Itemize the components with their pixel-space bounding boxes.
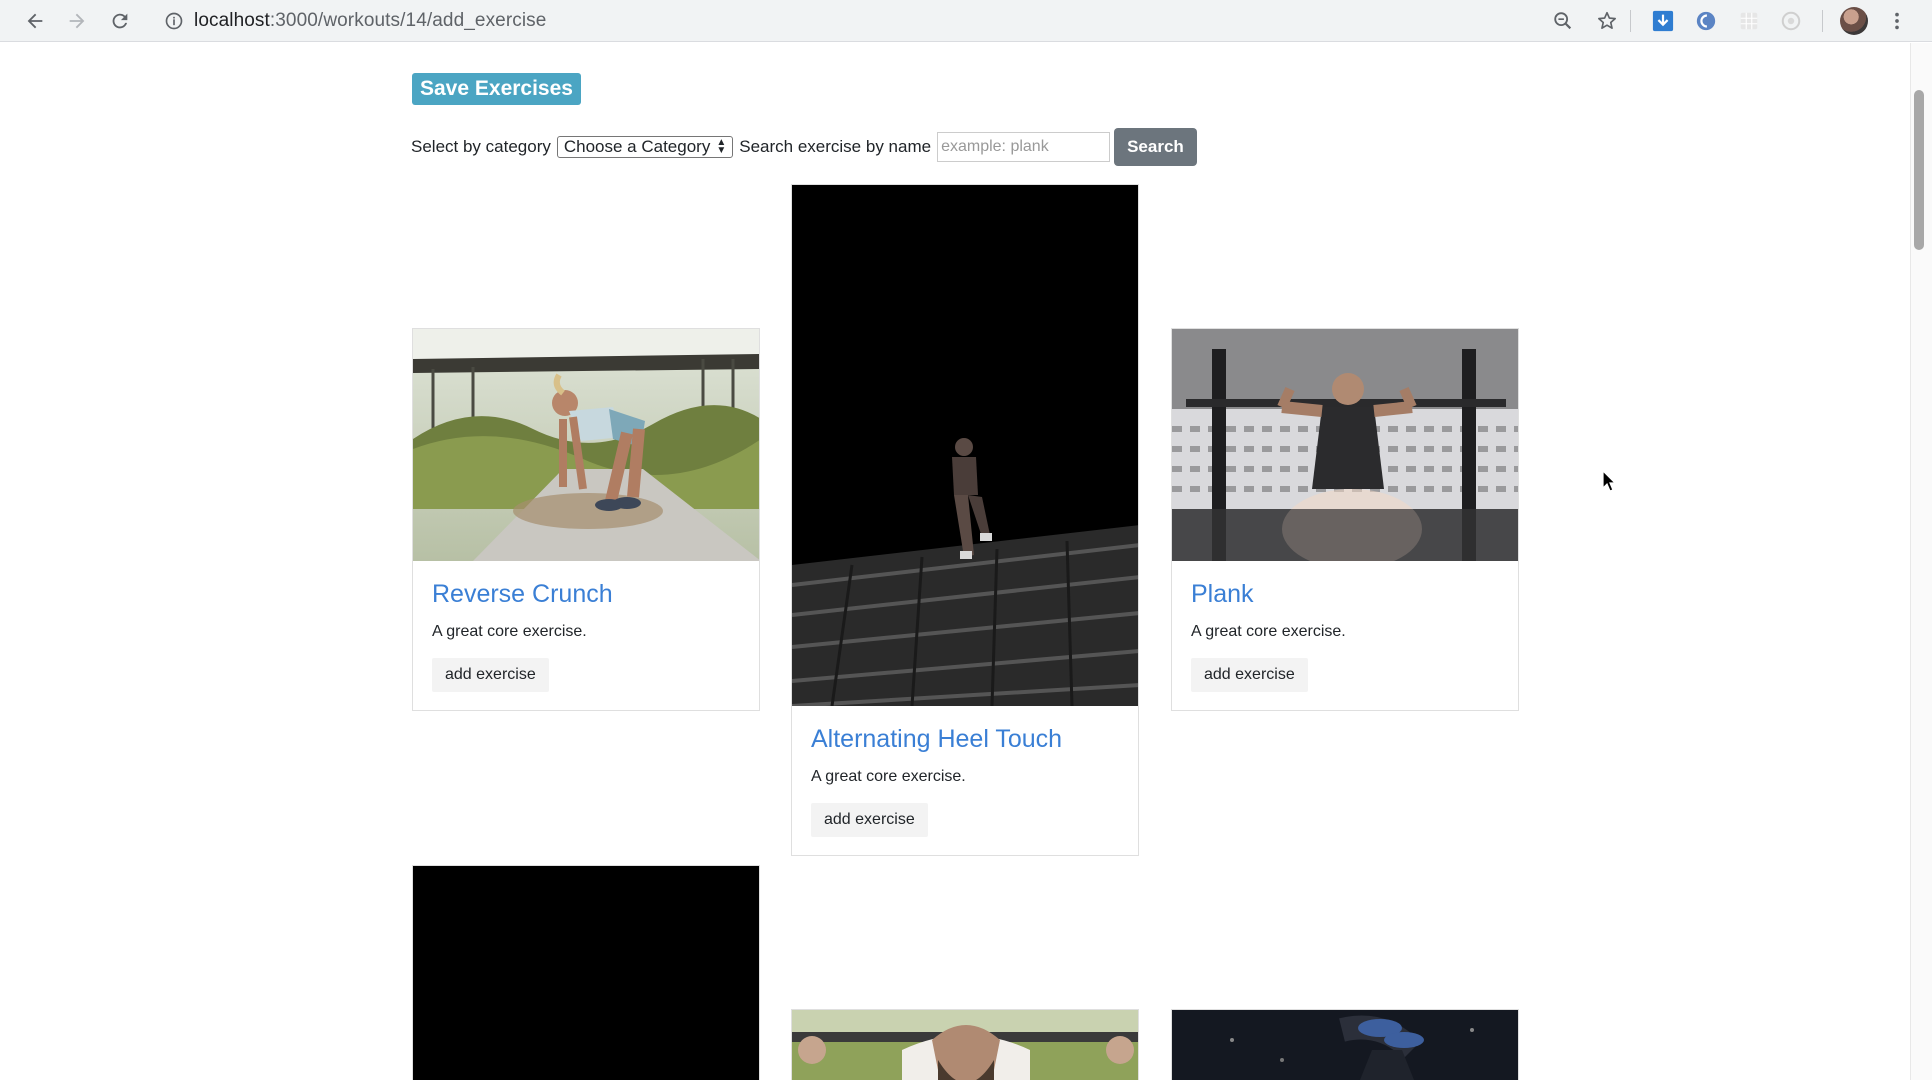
exercise-image: [792, 1010, 1138, 1080]
address-bar[interactable]: localhost:3000/workouts/14/add_exercise: [152, 4, 1628, 38]
forward-icon[interactable]: [62, 6, 92, 36]
star-icon[interactable]: [1594, 8, 1620, 34]
save-exercises-button[interactable]: Save Exercises: [412, 73, 581, 105]
exercise-card: [791, 1009, 1139, 1080]
exercise-image: [1172, 1010, 1518, 1080]
info-icon[interactable]: [164, 11, 184, 31]
exercise-image: [792, 185, 1138, 706]
reload-icon[interactable]: [105, 6, 135, 36]
exercise-image: [1172, 329, 1518, 561]
exercise-description: A great core exercise.: [1191, 623, 1346, 640]
extension-icon[interactable]: [1736, 8, 1762, 34]
extension-icon[interactable]: [1778, 8, 1804, 34]
filter-bar: Select by category Choose a Category ▲ ▼ …: [411, 128, 1197, 166]
exercise-image: [413, 329, 759, 561]
category-select[interactable]: Choose a Category ▲ ▼: [556, 136, 734, 158]
scrollbar-thumb[interactable]: [1914, 90, 1924, 250]
category-select-value: Choose a Category: [563, 137, 711, 156]
exercise-description: A great core exercise.: [432, 623, 587, 640]
extension-icon[interactable]: [1693, 8, 1719, 34]
mouse-cursor-icon: [1602, 470, 1616, 492]
page-viewport: Save Exercises Select by category Choose…: [6, 43, 1910, 1080]
exercise-card: Plank A great core exercise. add exercis…: [1171, 328, 1519, 711]
select-arrows-icon: ▲ ▼: [716, 137, 727, 156]
add-exercise-button[interactable]: add exercise: [432, 658, 549, 692]
zoom-icon[interactable]: [1550, 8, 1576, 34]
menu-icon[interactable]: [1884, 8, 1910, 34]
card-body: Reverse Crunch A great core exercise. ad…: [413, 561, 759, 710]
exercise-title[interactable]: Alternating Heel Touch: [811, 724, 1118, 754]
add-exercise-button[interactable]: add exercise: [811, 803, 928, 837]
exercise-card: Reverse Crunch A great core exercise. ad…: [412, 328, 760, 711]
exercise-card: [1171, 1009, 1519, 1080]
search-button[interactable]: Search: [1114, 128, 1197, 166]
exercise-card: [412, 865, 760, 1080]
browser-toolbar: localhost:3000/workouts/14/add_exercise: [0, 0, 1932, 42]
category-label: Select by category: [411, 137, 551, 156]
avatar[interactable]: [1840, 7, 1868, 35]
search-placeholder: example: plank: [941, 138, 1049, 155]
exercise-card: Alternating Heel Touch A great core exer…: [791, 184, 1139, 856]
exercise-description: A great core exercise.: [811, 768, 966, 785]
toolbar-divider: [1630, 10, 1631, 32]
exercise-title[interactable]: Plank: [1191, 579, 1498, 609]
url-text: localhost:3000/workouts/14/add_exercise: [194, 10, 547, 31]
add-exercise-button[interactable]: add exercise: [1191, 658, 1308, 692]
exercise-image: [413, 866, 759, 1080]
search-label: Search exercise by name: [739, 137, 932, 156]
exercise-title[interactable]: Reverse Crunch: [432, 579, 739, 609]
back-icon[interactable]: [20, 6, 50, 36]
search-input[interactable]: example: plank: [937, 132, 1111, 162]
toolbar-divider: [1822, 10, 1823, 32]
download-extension-icon[interactable]: [1650, 8, 1676, 34]
card-body: Plank A great core exercise. add exercis…: [1172, 561, 1518, 710]
card-body: Alternating Heel Touch A great core exer…: [792, 706, 1138, 855]
